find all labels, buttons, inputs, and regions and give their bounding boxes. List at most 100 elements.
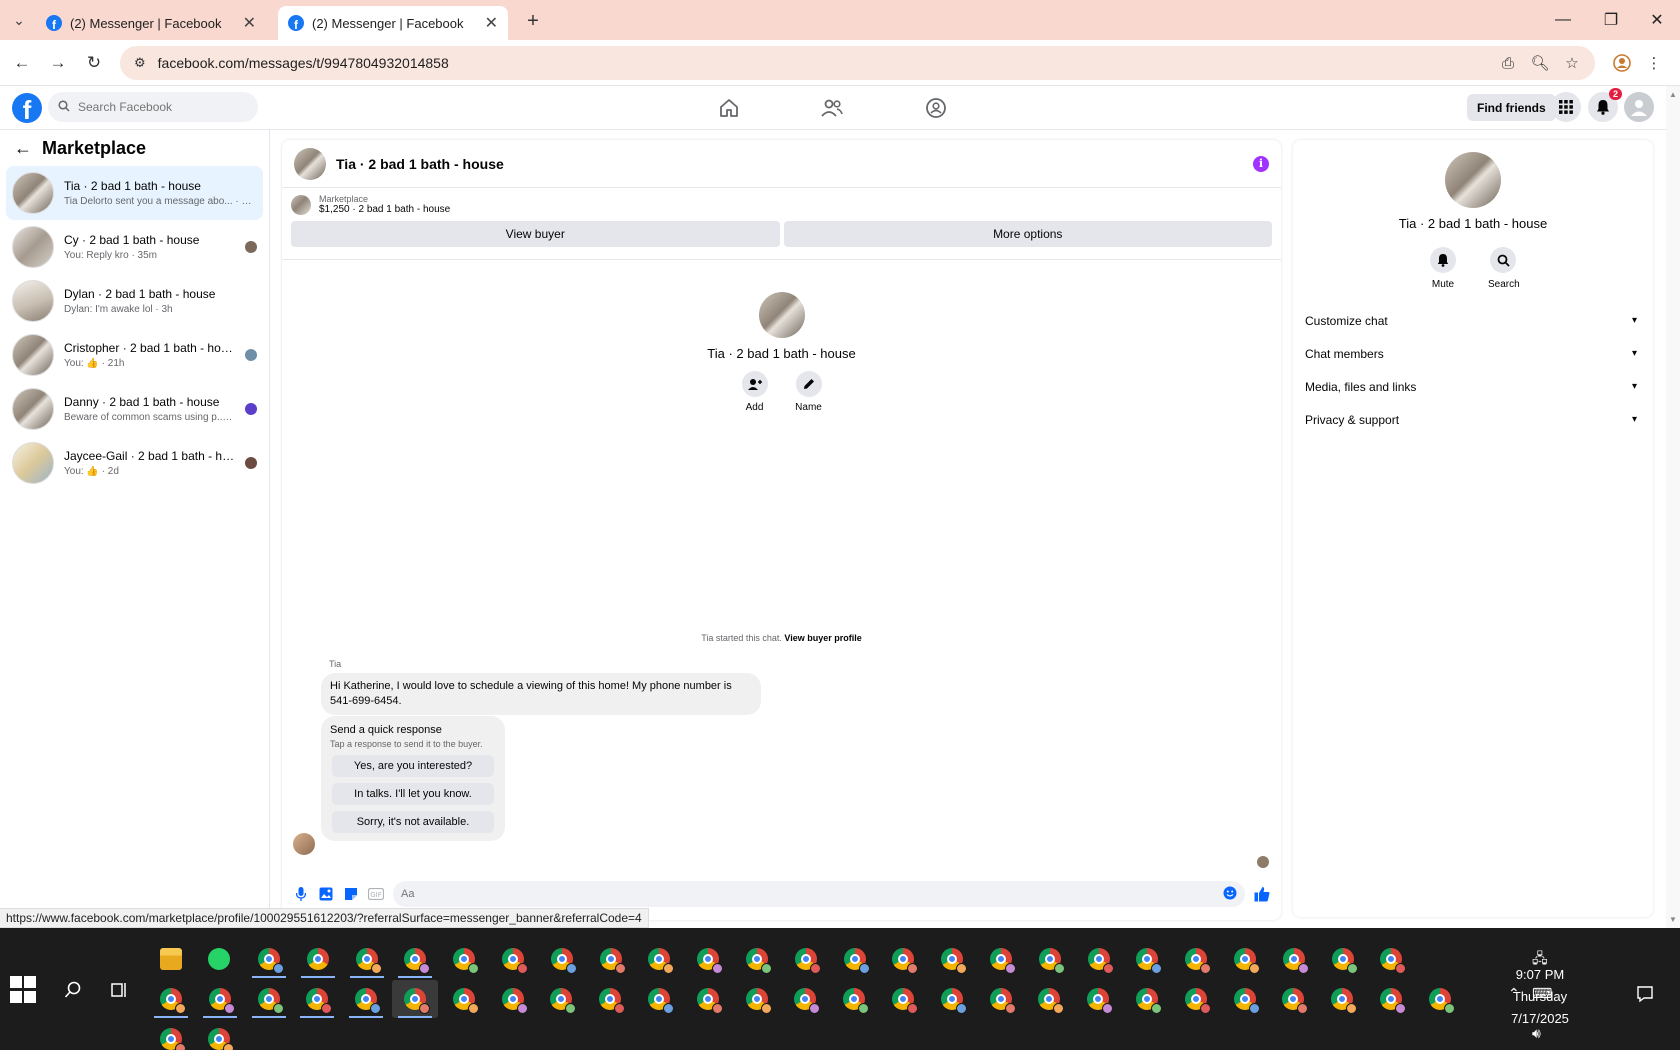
scroll-down-icon[interactable]: ▼ [1669, 915, 1677, 924]
chrome-profile-icon[interactable] [404, 948, 431, 974]
chrome-profile-icon[interactable] [1233, 988, 1260, 1014]
windows-start-icon[interactable] [10, 976, 38, 1004]
chrome-profile-icon[interactable] [1038, 988, 1065, 1014]
reload-icon[interactable]: ↻ [80, 49, 108, 77]
facebook-search[interactable] [48, 92, 258, 122]
chrome-profile-icon[interactable] [1380, 988, 1406, 1014]
add-people-button[interactable]: Add [740, 371, 770, 413]
browser-tab-2[interactable]: f (2) Messenger | Facebook ✕ [278, 6, 508, 40]
quick-reply-button[interactable]: In talks. I'll let you know. [332, 783, 494, 805]
info-icon[interactable]: i [1253, 155, 1269, 172]
thumbs-up-icon[interactable] [1254, 886, 1270, 902]
zoom-icon[interactable]: 🔍︎ [1526, 49, 1554, 77]
whatsapp-icon[interactable] [208, 948, 230, 970]
taskbar-search-icon[interactable] [58, 975, 88, 1005]
chrome-profile-icon[interactable] [648, 988, 674, 1014]
chrome-profile-icon[interactable] [746, 948, 772, 974]
name-chat-button[interactable]: Name [794, 371, 824, 413]
file-explorer-icon[interactable] [160, 948, 182, 970]
chrome-profile-icon[interactable] [1331, 948, 1358, 974]
chrome-profile-icon[interactable] [648, 948, 675, 974]
chrome-profile-icon[interactable] [1038, 948, 1065, 974]
view-buyer-button[interactable]: View buyer [291, 221, 780, 247]
chrome-profile-icon[interactable] [1331, 988, 1358, 1014]
chat-members-section[interactable]: Chat members ▾ [1293, 337, 1653, 370]
privacy-support-section[interactable]: Privacy & support ▾ [1293, 403, 1653, 436]
site-info-icon[interactable]: ⚙ [134, 55, 146, 71]
chrome-profile-icon[interactable] [1185, 948, 1212, 974]
emoji-icon[interactable] [1223, 886, 1237, 903]
chrome-profile-icon[interactable] [940, 988, 967, 1014]
photo-icon[interactable] [318, 886, 334, 902]
minimize-window-button[interactable]: — [1540, 0, 1586, 40]
conversation-item[interactable]: Dylan · 2 bad 1 bath - house Dylan: I'm … [6, 274, 263, 328]
chrome-profile-icon[interactable] [745, 988, 772, 1014]
message-input[interactable] [401, 888, 1101, 900]
chrome-profile-icon[interactable] [306, 988, 333, 1014]
chrome-profile-icon[interactable] [843, 948, 870, 974]
forward-arrow-icon[interactable]: → [44, 49, 72, 77]
chrome-profile-icon[interactable] [990, 948, 1016, 974]
chrome-profile-icon[interactable] [208, 988, 235, 1014]
close-window-button[interactable]: ✕ [1634, 0, 1680, 40]
more-options-button[interactable]: More options [783, 221, 1272, 247]
search-chat-button[interactable]: Search [1488, 247, 1520, 290]
gif-icon[interactable]: GIF [368, 886, 384, 902]
chrome-profile-icon[interactable] [696, 988, 723, 1014]
bookmark-star-icon[interactable]: ☆ [1558, 49, 1586, 77]
conversation-item[interactable]: Cristopher · 2 bad 1 bath - house You: 👍… [6, 328, 263, 382]
chrome-profile-icon[interactable] [794, 948, 821, 974]
chrome-profile-icon[interactable] [599, 988, 626, 1014]
quick-reply-button[interactable]: Yes, are you interested? [332, 755, 494, 777]
back-arrow-icon[interactable]: ← [8, 49, 36, 77]
message-input-wrapper[interactable] [393, 881, 1245, 907]
groups-icon[interactable] [906, 92, 966, 124]
chrome-profile-icon[interactable] [794, 988, 821, 1014]
tab-search-chevron-icon[interactable]: ⌄ [6, 8, 32, 32]
chrome-profile-icon[interactable] [550, 988, 577, 1014]
chrome-profile-icon[interactable] [599, 948, 626, 974]
chrome-profile-icon[interactable] [355, 988, 382, 1014]
chrome-profile-icon[interactable] [1184, 988, 1211, 1014]
sender-avatar[interactable] [293, 833, 315, 855]
notification-center-icon[interactable] [1636, 985, 1654, 1006]
chrome-profile-icon[interactable] [160, 988, 186, 1014]
browser-menu-icon[interactable]: ⋮ [1640, 49, 1668, 77]
chrome-profile-icon[interactable] [1428, 988, 1455, 1014]
chrome-profile-icon[interactable] [306, 948, 329, 970]
menu-grid-icon[interactable] [1551, 92, 1581, 122]
chat-title[interactable]: Tia · 2 bad 1 bath - house [336, 156, 1243, 172]
close-tab-icon[interactable]: ✕ [485, 13, 498, 33]
chrome-profile-icon[interactable] [160, 1028, 186, 1050]
chrome-profile-icon[interactable] [1087, 948, 1114, 974]
conversation-item[interactable]: Tia · 2 bad 1 bath - house Tia Delorto s… [6, 166, 263, 220]
chrome-profile-icon[interactable] [257, 988, 284, 1014]
chrome-profile-icon[interactable] [892, 948, 919, 974]
facebook-logo-icon[interactable]: f [12, 93, 42, 123]
friends-icon[interactable] [802, 92, 862, 124]
profile-icon[interactable] [1608, 49, 1636, 77]
chrome-profile-icon[interactable] [502, 948, 528, 974]
chrome-profile-icon[interactable] [1282, 988, 1309, 1014]
chrome-profile-icon[interactable] [258, 948, 284, 974]
customize-chat-section[interactable]: Customize chat ▾ [1293, 304, 1653, 337]
page-scrollbar[interactable]: ▲ ▼ [1666, 86, 1680, 928]
chrome-profile-icon[interactable] [1282, 948, 1309, 974]
close-tab-icon[interactable]: ✕ [243, 13, 256, 33]
microphone-icon[interactable] [293, 886, 309, 902]
browser-tab-1[interactable]: f (2) Messenger | Facebook ✕ [36, 6, 266, 40]
conversation-item[interactable]: Danny · 2 bad 1 bath - house Beware of c… [6, 382, 263, 436]
conversation-item[interactable]: Jaycee-Gail · 2 bad 1 bath - house You: … [6, 436, 263, 490]
new-tab-button[interactable]: + [520, 8, 546, 34]
chrome-profile-icon[interactable] [1234, 948, 1260, 974]
search-input[interactable] [78, 100, 238, 114]
chrome-profile-icon[interactable] [550, 948, 577, 974]
chrome-profile-icon[interactable] [1136, 948, 1163, 974]
task-view-icon[interactable] [104, 975, 134, 1005]
chrome-profile-icon[interactable] [941, 948, 968, 974]
chrome-profile-icon[interactable] [452, 988, 479, 1014]
sticker-icon[interactable] [343, 886, 359, 902]
install-app-icon[interactable]: ⎙ [1494, 49, 1522, 77]
back-arrow-icon[interactable]: ← [14, 138, 32, 159]
chrome-profile-icon[interactable] [355, 948, 382, 974]
